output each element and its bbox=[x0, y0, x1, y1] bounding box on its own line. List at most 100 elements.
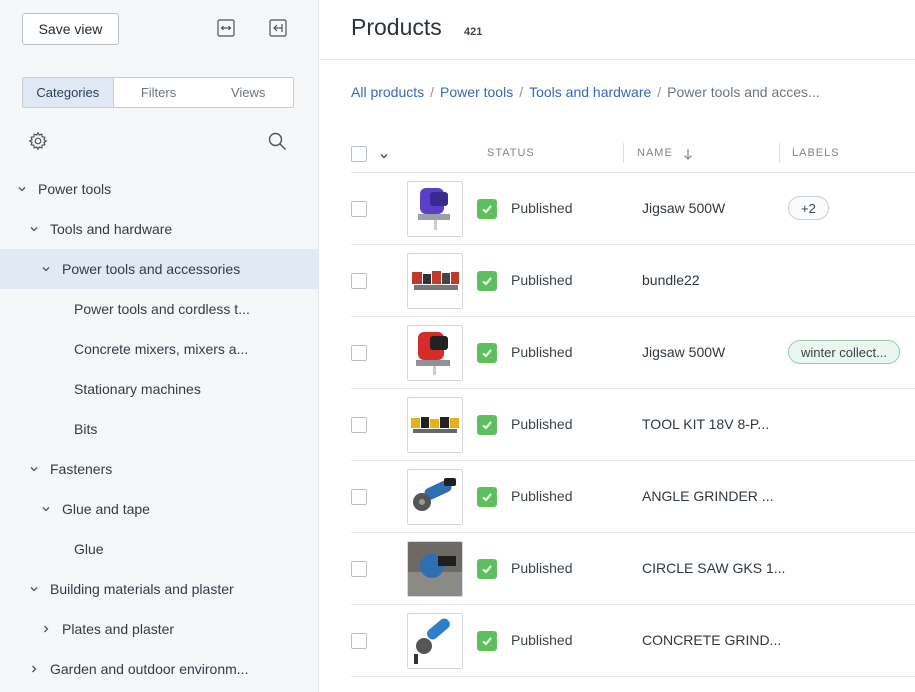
sidebar-tree-item[interactable]: Garden and outdoor environm... bbox=[0, 649, 318, 689]
sort-arrow-down-icon[interactable] bbox=[683, 147, 693, 165]
collapse-sidebar-icon[interactable] bbox=[269, 19, 287, 37]
row-checkbox[interactable] bbox=[351, 345, 367, 361]
chevron-down-icon[interactable] bbox=[17, 184, 27, 194]
sidebar-tree-item-label: Bits bbox=[74, 421, 98, 437]
product-name[interactable]: TOOL KIT 18V 8-P... bbox=[642, 416, 769, 432]
breadcrumb-link-all-products[interactable]: All products bbox=[351, 84, 424, 100]
table-header: STATUS NAME LABELS bbox=[351, 137, 915, 173]
column-header-name[interactable]: NAME bbox=[637, 147, 673, 159]
published-check-icon bbox=[477, 559, 497, 579]
sidebar-tabs: Categories Filters Views bbox=[22, 77, 294, 108]
gear-icon[interactable] bbox=[28, 131, 48, 151]
page-header: Products 421 bbox=[320, 0, 915, 60]
sidebar-tree-item[interactable]: Power tools and accessories bbox=[0, 249, 318, 289]
search-icon[interactable] bbox=[267, 131, 287, 151]
status-text: Published bbox=[511, 560, 573, 576]
row-checkbox[interactable] bbox=[351, 489, 367, 505]
breadcrumb-link-power-tools[interactable]: Power tools bbox=[440, 84, 513, 100]
published-check-icon bbox=[477, 343, 497, 363]
tab-categories[interactable]: Categories bbox=[23, 78, 114, 107]
status-text: Published bbox=[511, 344, 573, 360]
breadcrumb-separator: / bbox=[519, 84, 524, 100]
chevron-down-icon[interactable] bbox=[41, 504, 51, 514]
table-row[interactable]: Published CIRCLE SAW GKS 1... bbox=[351, 533, 915, 605]
status-text: Published bbox=[511, 488, 573, 504]
tab-filters[interactable]: Filters bbox=[114, 78, 204, 107]
sidebar-tree-item[interactable]: Power tools bbox=[0, 169, 318, 209]
product-count: 421 bbox=[464, 26, 483, 38]
published-check-icon bbox=[477, 487, 497, 507]
published-check-icon bbox=[477, 199, 497, 219]
sidebar-tree-item-label: Glue bbox=[74, 541, 104, 557]
sidebar-tree-item-label: Power tools and cordless t... bbox=[74, 301, 250, 317]
page-title: Products bbox=[351, 14, 442, 40]
sidebar-tree-item[interactable]: Glue bbox=[0, 529, 318, 569]
chevron-down-icon[interactable] bbox=[29, 224, 39, 234]
row-checkbox[interactable] bbox=[351, 201, 367, 217]
chevron-down-icon[interactable] bbox=[41, 264, 51, 274]
published-check-icon bbox=[477, 415, 497, 435]
product-thumbnail[interactable] bbox=[407, 397, 463, 453]
product-thumbnail[interactable] bbox=[407, 181, 463, 237]
row-checkbox[interactable] bbox=[351, 273, 367, 289]
product-thumbnail[interactable] bbox=[407, 469, 463, 525]
published-check-icon bbox=[477, 271, 497, 291]
product-thumbnail[interactable] bbox=[407, 325, 463, 381]
sidebar-tree-item[interactable]: Concrete mixers, mixers a... bbox=[0, 329, 318, 369]
published-check-icon bbox=[477, 631, 497, 651]
status-text: Published bbox=[511, 416, 573, 432]
product-thumbnail[interactable] bbox=[407, 541, 463, 597]
label-badge[interactable]: winter collect... bbox=[788, 340, 900, 364]
expand-horizontal-icon[interactable] bbox=[217, 19, 235, 37]
breadcrumb-separator: / bbox=[657, 84, 662, 100]
product-thumbnail[interactable] bbox=[407, 253, 463, 309]
chevron-right-icon[interactable] bbox=[41, 624, 51, 634]
breadcrumb: All products / Power tools / Tools and hardw… bbox=[351, 84, 820, 100]
column-header-status[interactable]: STATUS bbox=[487, 147, 535, 159]
select-all-checkbox[interactable] bbox=[351, 146, 367, 162]
sidebar-tree-item[interactable]: Glue and tape bbox=[0, 489, 318, 529]
row-checkbox[interactable] bbox=[351, 417, 367, 433]
status-text: Published bbox=[511, 632, 573, 648]
column-header-labels[interactable]: LABELS bbox=[792, 147, 840, 159]
product-name[interactable]: bundle22 bbox=[642, 272, 700, 288]
sidebar-tree-item[interactable]: Fasteners bbox=[0, 449, 318, 489]
sidebar-tree-item-label: Stationary machines bbox=[74, 381, 201, 397]
product-name[interactable]: Jigsaw 500W bbox=[642, 200, 725, 216]
status-text: Published bbox=[511, 200, 573, 216]
label-badge[interactable]: +2 bbox=[788, 196, 829, 220]
column-divider bbox=[779, 143, 780, 163]
status-text: Published bbox=[511, 272, 573, 288]
product-thumbnail[interactable] bbox=[407, 613, 463, 669]
product-name[interactable]: Jigsaw 500W bbox=[642, 344, 725, 360]
sidebar-tree-item-label: Glue and tape bbox=[62, 501, 150, 517]
sidebar-tree-item[interactable]: Power tools and cordless t... bbox=[0, 289, 318, 329]
save-view-button[interactable]: Save view bbox=[22, 13, 119, 45]
sidebar-tree-item[interactable]: Tools and hardware bbox=[0, 209, 318, 249]
chevron-right-icon[interactable] bbox=[29, 664, 39, 674]
sidebar-tree-item[interactable]: Plates and plaster bbox=[0, 609, 318, 649]
product-name[interactable]: ANGLE GRINDER ... bbox=[642, 488, 773, 504]
table-row[interactable]: Published TOOL KIT 18V 8-P... bbox=[351, 389, 915, 461]
product-name[interactable]: CONCRETE GRIND... bbox=[642, 632, 781, 648]
category-tree: Power tools Tools and hardware Power tools… bbox=[0, 169, 318, 689]
row-checkbox[interactable] bbox=[351, 561, 367, 577]
chevron-down-icon[interactable] bbox=[379, 148, 389, 166]
product-name[interactable]: CIRCLE SAW GKS 1... bbox=[642, 560, 785, 576]
tab-views[interactable]: Views bbox=[203, 78, 293, 107]
chevron-down-icon[interactable] bbox=[29, 584, 39, 594]
table-row[interactable]: Published bundle22 bbox=[351, 245, 915, 317]
row-checkbox[interactable] bbox=[351, 633, 367, 649]
chevron-down-icon[interactable] bbox=[29, 464, 39, 474]
table-row[interactable]: Published Jigsaw 500W +2 bbox=[351, 173, 915, 245]
sidebar-tree-item-label: Building materials and plaster bbox=[50, 581, 234, 597]
table-row[interactable]: Published ANGLE GRINDER ... bbox=[351, 461, 915, 533]
sidebar-tree-item-label: Fasteners bbox=[50, 461, 113, 477]
table-row[interactable]: Published Jigsaw 500W winter collect... bbox=[351, 317, 915, 389]
sidebar-tree-item-label: Garden and outdoor environm... bbox=[50, 661, 249, 677]
sidebar-tree-item[interactable]: Building materials and plaster bbox=[0, 569, 318, 609]
sidebar-tree-item[interactable]: Stationary machines bbox=[0, 369, 318, 409]
breadcrumb-link-tools-and-hardware[interactable]: Tools and hardware bbox=[529, 84, 651, 100]
table-row[interactable]: Published CONCRETE GRIND... bbox=[351, 605, 915, 677]
sidebar-tree-item[interactable]: Bits bbox=[0, 409, 318, 449]
